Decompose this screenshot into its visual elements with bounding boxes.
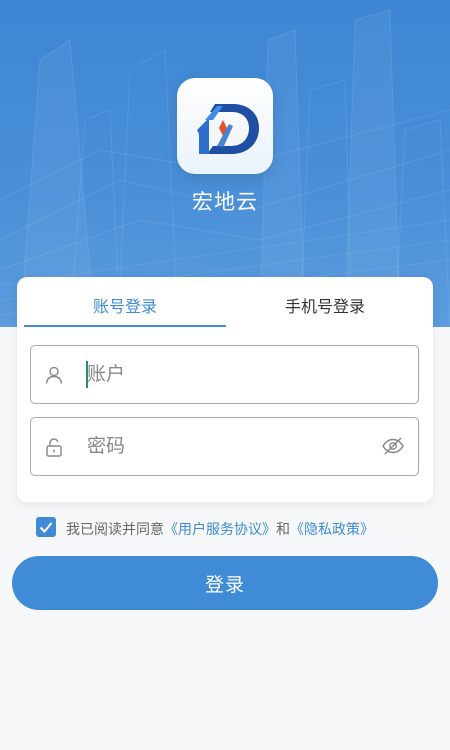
tab-phone-login[interactable]: 手机号登录: [225, 293, 425, 316]
password-field[interactable]: [30, 417, 419, 476]
account-input[interactable]: [87, 358, 377, 390]
lock-icon: [46, 438, 62, 457]
account-field[interactable]: [30, 345, 419, 404]
login-button[interactable]: 登录: [12, 556, 438, 610]
agreement-checkbox[interactable]: [36, 517, 56, 537]
password-input[interactable]: [87, 430, 377, 462]
logo-mark-icon: [197, 104, 259, 154]
terms-of-service-link[interactable]: 《用户服务协议》: [164, 522, 276, 538]
agreement-text: 我已阅读并同意《用户服务协议》和《隐私政策》: [66, 519, 374, 539]
agreement-prefix: 我已阅读并同意: [66, 522, 164, 538]
check-icon: [39, 522, 53, 533]
app-logo: [177, 78, 273, 174]
active-tab-indicator: [24, 325, 226, 327]
login-card: 账号登录 手机号登录: [17, 277, 433, 502]
user-icon: [45, 366, 63, 384]
eye-hidden-icon[interactable]: [381, 436, 405, 456]
agreement-conjunction: 和: [276, 522, 290, 538]
privacy-policy-link[interactable]: 《隐私政策》: [290, 522, 374, 538]
tab-account-login[interactable]: 账号登录: [25, 293, 225, 316]
app-name: 宏地云: [192, 190, 258, 214]
